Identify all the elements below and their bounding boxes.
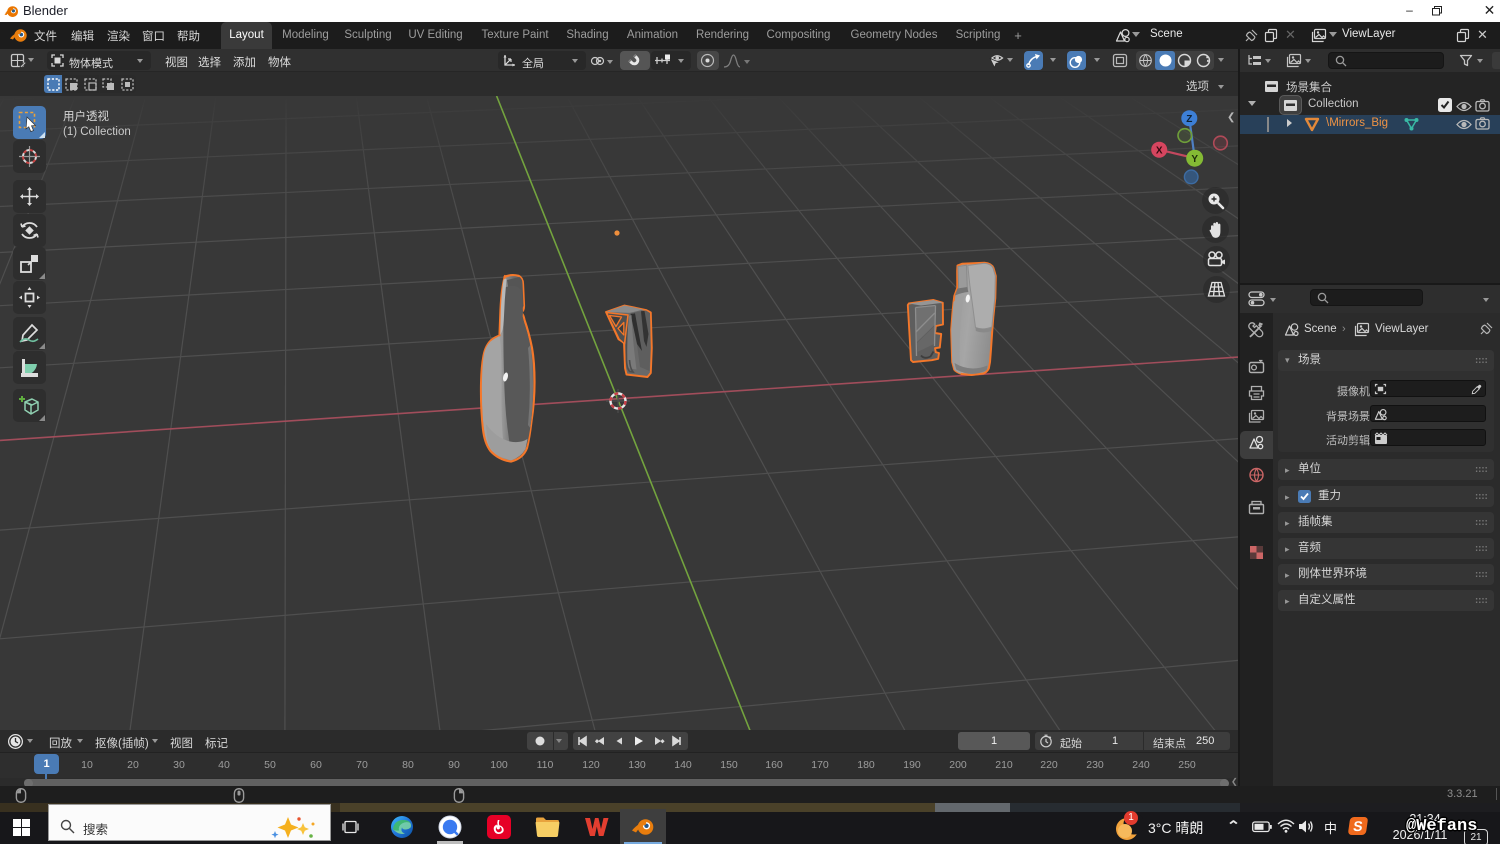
svg-text:X: X bbox=[1156, 145, 1163, 156]
svg-text:Y: Y bbox=[1191, 154, 1198, 165]
svg-text:Z: Z bbox=[1186, 114, 1192, 125]
